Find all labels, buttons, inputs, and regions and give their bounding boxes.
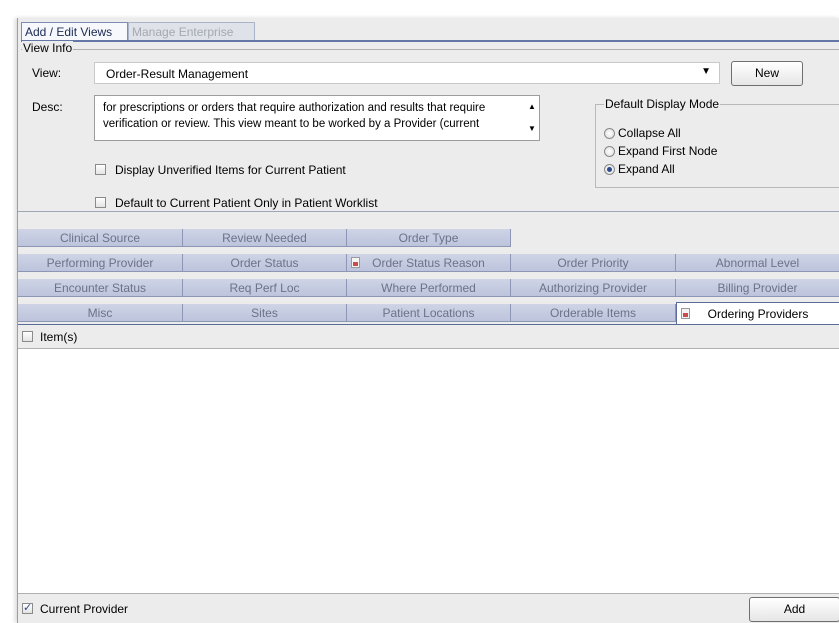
- desc-textarea[interactable]: for prescriptions or orders that require…: [94, 95, 540, 141]
- tab-performing-provider[interactable]: Performing Provider: [18, 254, 183, 272]
- radio-collapse-all[interactable]: [604, 128, 615, 139]
- tab-manage-enterprise[interactable]: Manage Enterprise: [128, 22, 255, 40]
- tab-orderable-items[interactable]: Orderable Items: [511, 304, 676, 322]
- new-button[interactable]: New: [731, 61, 803, 86]
- dropdown-arrow-icon[interactable]: ▼: [701, 66, 711, 77]
- desc-scrollbar[interactable]: ▲ ▼: [523, 96, 539, 140]
- scroll-up-arrow-icon[interactable]: ▲: [528, 102, 536, 111]
- view-label: View:: [32, 66, 62, 80]
- default-current-patient-checkbox[interactable]: [95, 197, 106, 208]
- view-info-group-border: [21, 49, 839, 50]
- current-provider-checkbox[interactable]: [22, 601, 33, 614]
- scroll-down-arrow-icon[interactable]: ▼: [528, 124, 536, 133]
- tab-billing-provider[interactable]: Billing Provider: [676, 279, 839, 297]
- display-unverified-checkbox[interactable]: [95, 164, 106, 175]
- tab-review-needed[interactable]: Review Needed: [183, 229, 347, 247]
- desc-label: Desc:: [32, 100, 63, 114]
- tab-ordering-providers[interactable]: Ordering Providers: [676, 302, 839, 324]
- view-select-value: Order-Result Management: [106, 67, 249, 81]
- tab-divider: [21, 40, 839, 42]
- tab-authorizing-provider[interactable]: Authorizing Provider: [511, 279, 676, 297]
- current-provider-label: Current Provider: [40, 602, 129, 616]
- document-icon: [351, 257, 360, 268]
- select-all-items-checkbox[interactable]: [22, 331, 33, 342]
- desc-text: for prescriptions or orders that require…: [103, 100, 523, 132]
- add-button[interactable]: Add: [749, 597, 839, 622]
- display-mode-legend: Default Display Mode: [604, 97, 721, 111]
- items-header: Item(s): [18, 325, 839, 349]
- tab-encounter-status[interactable]: Encounter Status: [18, 279, 183, 297]
- desc-line-1: for prescriptions or orders that require…: [103, 102, 486, 114]
- window-frame: Add / Edit Views Manage Enterprise View …: [0, 0, 839, 623]
- display-unverified-label: Display Unverified Items for Current Pat…: [115, 163, 346, 177]
- tab-req-perf-loc[interactable]: Req Perf Loc: [183, 279, 347, 297]
- tab-sites[interactable]: Sites: [183, 304, 347, 322]
- view-info-legend: View Info: [22, 41, 74, 55]
- radio-expand-all[interactable]: [604, 164, 615, 175]
- tab-misc[interactable]: Misc: [18, 304, 183, 322]
- document-icon: [681, 308, 690, 319]
- items-header-label: Item(s): [40, 330, 78, 344]
- radio-collapse-all-label: Collapse All: [618, 126, 681, 140]
- items-list[interactable]: [18, 349, 839, 594]
- radio-expand-all-label: Expand All: [618, 162, 675, 176]
- footer-bar: Current Provider Add: [18, 594, 839, 623]
- tab-ordering-providers-label: Ordering Providers: [707, 307, 809, 321]
- tab-order-status-reason[interactable]: Order Status Reason: [347, 254, 511, 272]
- tab-clinical-source[interactable]: Clinical Source: [18, 229, 183, 247]
- desc-line-2: verification or review. This view meant …: [103, 118, 480, 130]
- tab-order-priority[interactable]: Order Priority: [511, 254, 676, 272]
- tab-where-performed[interactable]: Where Performed: [347, 279, 511, 297]
- tab-abnormal-level[interactable]: Abnormal Level: [676, 254, 839, 272]
- tab-order-type[interactable]: Order Type: [347, 229, 511, 247]
- tab-patient-locations[interactable]: Patient Locations: [347, 304, 511, 322]
- radio-expand-first-node[interactable]: [604, 146, 615, 157]
- tab-order-status[interactable]: Order Status: [183, 254, 347, 272]
- radio-expand-first-node-label: Expand First Node: [618, 144, 718, 158]
- tab-order-status-reason-label: Order Status Reason: [372, 256, 485, 270]
- filter-tabs-border: [18, 211, 839, 212]
- tab-add-edit-views[interactable]: Add / Edit Views: [21, 22, 128, 40]
- view-editor-panel: Add / Edit Views Manage Enterprise View …: [17, 18, 839, 623]
- view-select[interactable]: Order-Result Management ▼: [94, 62, 720, 84]
- default-current-patient-label: Default to Current Patient Only in Patie…: [115, 196, 378, 210]
